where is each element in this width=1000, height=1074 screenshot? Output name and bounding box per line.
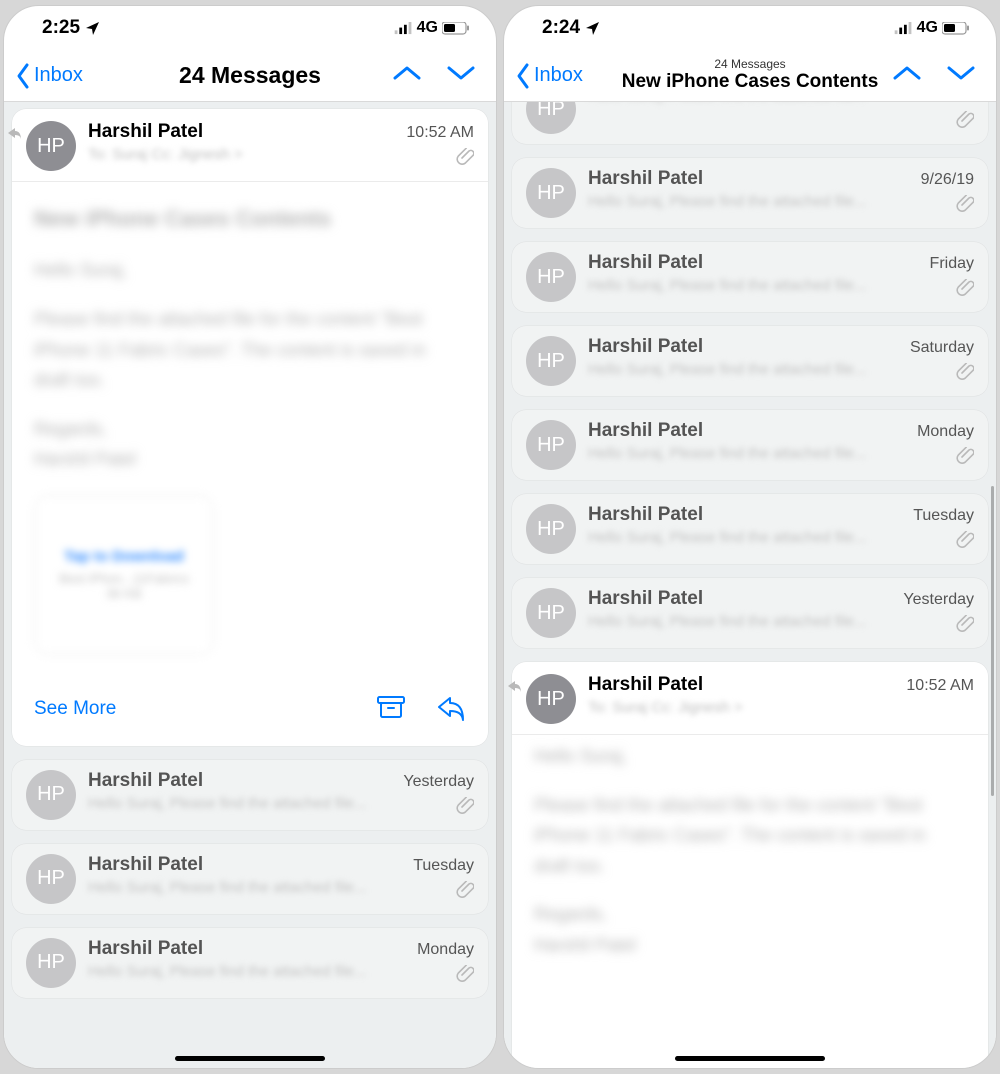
battery-icon (442, 22, 470, 35)
sender-name: Harshil Patel (88, 121, 203, 143)
sender-name: Harshil Patel (88, 770, 203, 792)
message-open[interactable]: HP Harshil Patel 10:52 AM To: Suraj Cc: … (12, 109, 488, 746)
sender-name: Harshil Patel (588, 674, 703, 696)
message-time: 10:52 AM (406, 124, 474, 142)
status-bar: 2:24 4G (504, 6, 996, 50)
message-body: New iPhone Cases Contents Hello Suraj, P… (12, 181, 488, 679)
back-label: Inbox (34, 64, 83, 87)
location-icon (584, 20, 600, 36)
avatar: HP (526, 102, 576, 134)
recipients-line[interactable]: To: Suraj Cc: Jignesh > (88, 146, 474, 163)
message-collapsed[interactable]: HP Harshil Patel Monday Hello Suraj, Ple… (12, 928, 488, 998)
avatar: HP (26, 854, 76, 904)
status-time: 2:25 (42, 17, 80, 39)
nav-title: New iPhone Cases Contents (622, 71, 879, 93)
nav-subtitle: 24 Messages (714, 58, 785, 72)
attachment-icon (456, 797, 474, 820)
sender-name: Harshil Patel (88, 854, 203, 876)
attachment-icon (956, 195, 974, 218)
prev-message-button[interactable] (392, 63, 422, 88)
device-left: 2:25 4G Inbox 24 Messages HP (3, 5, 497, 1069)
reply-indicator-icon (6, 125, 22, 146)
avatar: HP (526, 252, 576, 302)
attachment-icon (956, 447, 974, 470)
message-time: Yesterday (403, 773, 474, 791)
archive-button[interactable] (376, 693, 406, 726)
home-indicator[interactable] (175, 1056, 325, 1061)
attachment-icon (956, 531, 974, 554)
preview-text: Hello Suraj, Please find the attached fi… (88, 795, 474, 812)
status-time: 2:24 (542, 17, 580, 39)
battery-icon (942, 22, 970, 35)
avatar[interactable]: HP (26, 121, 76, 171)
attachment-icon (456, 965, 474, 988)
network-label: 4G (917, 19, 938, 37)
prev-message-button[interactable] (892, 63, 922, 88)
back-label: Inbox (534, 64, 583, 87)
network-label: 4G (417, 19, 438, 37)
message-collapsed[interactable]: HP Harshil PatelFriday Hello Suraj, Plea… (512, 242, 988, 312)
message-collapsed[interactable]: HP Harshil PatelMonday Hello Suraj, Plea… (512, 410, 988, 480)
next-message-button[interactable] (446, 63, 476, 88)
home-indicator[interactable] (675, 1056, 825, 1061)
avatar: HP (526, 588, 576, 638)
nav-title: 24 Messages (179, 62, 321, 88)
message-collapsed[interactable]: HP Harshil Patel Tuesday Hello Suraj, Pl… (12, 844, 488, 914)
see-more-button[interactable]: See More (34, 698, 116, 720)
back-button[interactable]: Inbox (514, 62, 583, 90)
message-collapsed[interactable]: HP Harshil Patel9/26/19 Hello Suraj, Ple… (512, 158, 988, 228)
signal-icon (894, 22, 913, 35)
attachment-box[interactable]: Tap to Download Best iPhon...11Fabrics 3… (34, 495, 214, 655)
message-collapsed[interactable]: HP Hello Suraj, Please find the attached… (512, 102, 988, 144)
avatar: HP (26, 770, 76, 820)
avatar: HP (526, 420, 576, 470)
recipients-line[interactable]: To: Suraj Cc: Jignesh > (588, 699, 974, 716)
nav-bar: Inbox 24 Messages New iPhone Cases Conte… (504, 50, 996, 102)
sender-name: Harshil Patel (88, 938, 203, 960)
message-time: Tuesday (413, 857, 474, 875)
avatar: HP (526, 336, 576, 386)
preview-text: Hello Suraj, Please find the attached fi… (88, 879, 474, 896)
preview-text: Hello Suraj, Please find the attached fi… (588, 102, 974, 104)
reply-indicator-icon (506, 678, 522, 699)
attachment-icon (956, 615, 974, 638)
status-bar: 2:25 4G (4, 6, 496, 50)
location-icon (84, 20, 100, 36)
preview-text: Hello Suraj, Please find the attached fi… (88, 963, 474, 980)
message-collapsed[interactable]: HP Harshil PatelYesterday Hello Suraj, P… (512, 578, 988, 648)
message-collapsed[interactable]: HP Harshil Patel Yesterday Hello Suraj, … (12, 760, 488, 830)
message-time: 10:52 AM (906, 677, 974, 695)
avatar[interactable]: HP (526, 674, 576, 724)
message-collapsed[interactable]: HP Harshil PatelSaturday Hello Suraj, Pl… (512, 326, 988, 396)
avatar: HP (526, 168, 576, 218)
device-right: 2:24 4G Inbox 24 Messages New iPhone Cas… (503, 5, 997, 1069)
next-message-button[interactable] (946, 63, 976, 88)
reply-button[interactable] (436, 693, 466, 726)
avatar: HP (26, 938, 76, 988)
attachment-icon (956, 363, 974, 386)
attachment-icon (456, 881, 474, 904)
signal-icon (394, 22, 413, 35)
avatar: HP (526, 504, 576, 554)
message-body: Hello Suraj, Please find the attached fi… (512, 734, 988, 975)
scrollbar[interactable] (991, 486, 994, 796)
message-collapsed[interactable]: HP Harshil PatelTuesday Hello Suraj, Ple… (512, 494, 988, 564)
message-time: Monday (417, 941, 474, 959)
back-button[interactable]: Inbox (14, 62, 83, 90)
message-subject: New iPhone Cases Contents (34, 200, 466, 237)
message-open[interactable]: HP Harshil Patel 10:52 AM To: Suraj Cc: … (512, 662, 988, 1068)
attachment-icon (456, 148, 474, 171)
attachment-icon (956, 111, 974, 134)
nav-bar: Inbox 24 Messages (4, 50, 496, 102)
attachment-icon (956, 279, 974, 302)
